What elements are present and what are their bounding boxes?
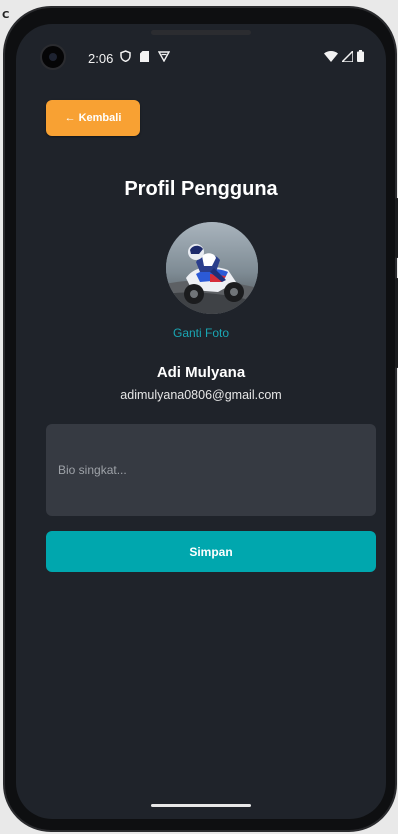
user-email: adimulyana0806@gmail.com	[120, 388, 282, 402]
shield-icon	[120, 50, 131, 62]
battery-icon	[357, 50, 364, 62]
avatar[interactable]	[166, 222, 258, 314]
wifi-icon	[324, 50, 338, 62]
home-indicator[interactable]	[151, 804, 251, 807]
change-photo-link[interactable]: Ganti Foto	[16, 326, 386, 340]
corner-text: C	[2, 10, 10, 21]
status-time: 2:06	[88, 51, 114, 66]
user-name: Adi Mulyana	[156, 364, 246, 381]
vpn-icon	[158, 50, 170, 62]
bio-input[interactable]	[46, 424, 376, 516]
status-icons-right	[324, 50, 364, 62]
phone-frame: 2:06 ← Kembali Profil Pengguna Ganti Fot…	[3, 6, 398, 832]
back-button[interactable]: ← Kembali	[46, 100, 140, 136]
arrow-left-icon: ←	[64, 112, 76, 124]
status-bar: 2:06	[16, 24, 386, 76]
signal-icon	[342, 50, 353, 62]
sd-card-icon	[140, 50, 149, 62]
front-camera	[40, 44, 66, 70]
status-icons-left	[120, 50, 170, 62]
page-title: Profil Pengguna	[124, 178, 278, 200]
avatar-photo	[166, 222, 258, 314]
app-screen: 2:06 ← Kembali Profil Pengguna Ganti Fot…	[16, 24, 386, 819]
back-button-label: Kembali	[78, 112, 122, 124]
save-button[interactable]: Simpan	[46, 531, 376, 572]
